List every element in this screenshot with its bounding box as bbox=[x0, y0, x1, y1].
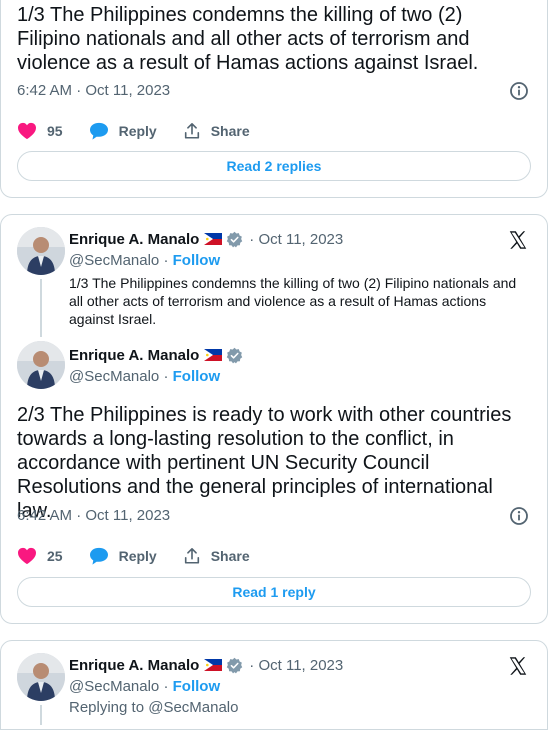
avatar-photo bbox=[17, 341, 65, 389]
handle-row: @SecManalo · Follow bbox=[69, 368, 220, 385]
tweet-date[interactable]: · Oct 11, 2023 bbox=[249, 657, 343, 674]
read-replies-button[interactable]: Read 2 replies bbox=[17, 151, 531, 181]
tweet-text: 1/3 The Philippines condemns the killing… bbox=[17, 4, 479, 74]
author-row: Enrique A. Manalo · Oct 11, 2023 bbox=[69, 655, 343, 675]
reply-bubble-icon bbox=[89, 122, 108, 140]
share-button[interactable]: Share bbox=[183, 547, 250, 565]
share-icon bbox=[184, 547, 199, 564]
avatar[interactable] bbox=[17, 227, 65, 275]
philippines-flag-icon bbox=[204, 233, 223, 245]
read-replies-button[interactable]: Read 1 reply bbox=[17, 577, 531, 607]
avatar-photo bbox=[17, 227, 65, 275]
verified-badge-icon bbox=[227, 657, 243, 673]
follow-button[interactable]: Follow bbox=[173, 368, 221, 385]
like-button[interactable]: 95 bbox=[17, 122, 63, 140]
like-count: 95 bbox=[47, 123, 63, 139]
x-logo-icon[interactable] bbox=[507, 655, 529, 677]
x-logo-icon[interactable] bbox=[507, 229, 529, 251]
author-name[interactable]: Enrique A. Manalo bbox=[69, 231, 199, 248]
heart-icon bbox=[18, 547, 36, 565]
replying-to[interactable]: Replying to @SecManalo bbox=[69, 699, 238, 716]
philippines-flag-icon bbox=[204, 349, 223, 361]
tweet-card-1[interactable]: 1/3 The Philippines condemns the killing… bbox=[0, 0, 548, 198]
tweet-actions: 25 Reply Share bbox=[17, 544, 276, 568]
avatar[interactable] bbox=[17, 653, 65, 701]
share-icon bbox=[184, 122, 199, 139]
author-handle[interactable]: @SecManalo bbox=[69, 252, 159, 269]
tweet-card-2[interactable]: Enrique A. Manalo · Oct 11, 2023 @SecMan… bbox=[0, 214, 548, 624]
author-handle[interactable]: @SecManalo bbox=[69, 678, 159, 695]
verified-badge-icon bbox=[227, 347, 243, 363]
separator-dot: · bbox=[159, 368, 173, 385]
tweet-timestamp[interactable]: 6:42 AM · Oct 11, 2023 bbox=[17, 82, 170, 99]
info-icon[interactable] bbox=[509, 81, 529, 101]
reply-bubble-icon bbox=[89, 547, 108, 565]
avatar[interactable] bbox=[17, 341, 65, 389]
separator-dot: · bbox=[159, 252, 173, 269]
handle-row: @SecManalo · Follow bbox=[69, 678, 220, 695]
like-button[interactable]: 25 bbox=[17, 547, 63, 565]
thread-line bbox=[40, 279, 42, 337]
tweet-actions: 95 Reply Share bbox=[17, 119, 276, 143]
reply-label: Reply bbox=[118, 123, 157, 139]
author-name[interactable]: Enrique A. Manalo bbox=[69, 657, 199, 674]
share-button[interactable]: Share bbox=[183, 122, 250, 140]
follow-button[interactable]: Follow bbox=[173, 678, 221, 695]
tweet-text: 2/3 The Philippines is ready to work wit… bbox=[17, 404, 512, 522]
follow-button[interactable]: Follow bbox=[173, 252, 221, 269]
tweet-date[interactable]: · Oct 11, 2023 bbox=[249, 231, 343, 248]
separator-dot: · bbox=[159, 678, 173, 695]
share-label: Share bbox=[210, 548, 250, 564]
philippines-flag-icon bbox=[204, 659, 223, 671]
author-handle[interactable]: @SecManalo bbox=[69, 368, 159, 385]
heart-icon bbox=[18, 122, 36, 140]
share-label: Share bbox=[210, 123, 250, 139]
author-name[interactable]: Enrique A. Manalo bbox=[69, 347, 199, 364]
author-row: Enrique A. Manalo · Oct 11, 2023 bbox=[69, 229, 343, 249]
like-count: 25 bbox=[47, 548, 63, 564]
avatar-photo bbox=[17, 653, 65, 701]
info-icon[interactable] bbox=[509, 506, 529, 526]
verified-badge-icon bbox=[227, 231, 243, 247]
author-row: Enrique A. Manalo bbox=[69, 345, 243, 365]
reply-button[interactable]: Reply bbox=[89, 122, 157, 140]
reply-button[interactable]: Reply bbox=[89, 547, 157, 565]
thread-line bbox=[40, 705, 42, 725]
handle-row: @SecManalo · Follow bbox=[69, 252, 220, 269]
tweet-timestamp[interactable]: 6:42 AM · Oct 11, 2023 bbox=[17, 507, 170, 524]
reply-label: Reply bbox=[118, 548, 157, 564]
parent-tweet-text: 1/3 The Philippines condemns the killing… bbox=[69, 275, 517, 327]
tweet-card-3[interactable]: Enrique A. Manalo · Oct 11, 2023 @SecMan… bbox=[0, 640, 548, 730]
